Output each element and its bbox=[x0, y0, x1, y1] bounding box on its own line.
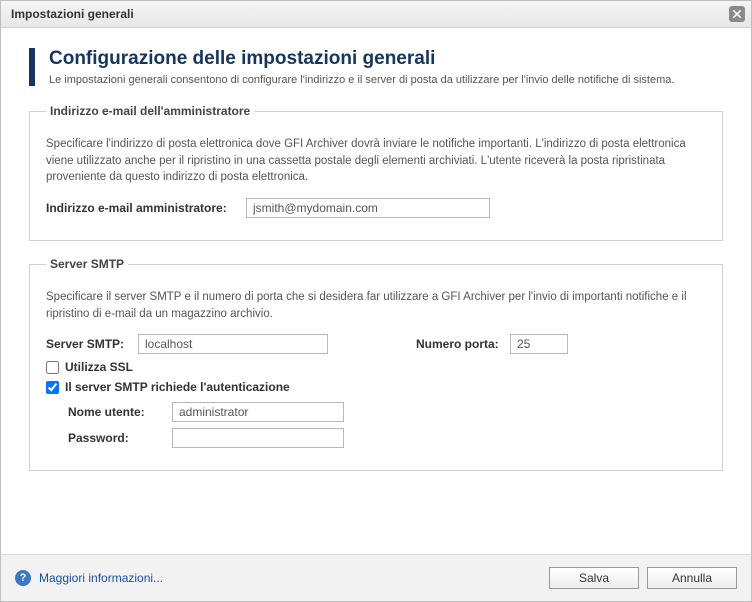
requires-auth-label: Il server SMTP richiede l'autenticazione bbox=[65, 380, 290, 394]
header-accent bbox=[29, 48, 35, 86]
legend-smtp: Server SMTP bbox=[46, 257, 128, 271]
fieldset-smtp: Server SMTP Specificare il server SMTP e… bbox=[29, 257, 723, 471]
close-icon[interactable] bbox=[729, 6, 745, 22]
requires-auth-checkbox[interactable] bbox=[46, 381, 59, 394]
smtp-server-input[interactable] bbox=[138, 334, 328, 354]
header-block: Configurazione delle impostazioni genera… bbox=[29, 48, 723, 86]
username-input[interactable] bbox=[172, 402, 344, 422]
more-info-link[interactable]: Maggiori informazioni... bbox=[39, 571, 163, 585]
admin-email-input[interactable] bbox=[246, 198, 490, 218]
use-ssl-checkbox[interactable] bbox=[46, 361, 59, 374]
page-title: Configurazione delle impostazioni genera… bbox=[49, 48, 674, 70]
admin-email-description: Specificare l'indirizzo di posta elettro… bbox=[46, 136, 706, 186]
admin-email-label: Indirizzo e-mail amministratore: bbox=[46, 201, 246, 215]
username-label: Nome utente: bbox=[68, 405, 172, 419]
smtp-port-label: Numero porta: bbox=[416, 337, 510, 351]
cancel-button[interactable]: Annulla bbox=[647, 567, 737, 589]
dialog-general-settings: Impostazioni generali Configurazione del… bbox=[0, 0, 752, 602]
smtp-server-label: Server SMTP: bbox=[46, 337, 138, 351]
password-label: Password: bbox=[68, 431, 172, 445]
smtp-port-input[interactable] bbox=[510, 334, 568, 354]
help-icon[interactable]: ? bbox=[15, 570, 31, 586]
use-ssl-label: Utilizza SSL bbox=[65, 360, 133, 374]
footer: ? Maggiori informazioni... Salva Annulla bbox=[1, 554, 751, 601]
save-button[interactable]: Salva bbox=[549, 567, 639, 589]
use-ssl-row[interactable]: Utilizza SSL bbox=[46, 360, 706, 374]
fieldset-admin-email: Indirizzo e-mail dell'amministratore Spe… bbox=[29, 104, 723, 241]
legend-admin-email: Indirizzo e-mail dell'amministratore bbox=[46, 104, 254, 118]
dialog-body: Configurazione delle impostazioni genera… bbox=[1, 28, 751, 554]
requires-auth-row[interactable]: Il server SMTP richiede l'autenticazione bbox=[46, 380, 706, 394]
auth-block: Nome utente: Password: bbox=[68, 402, 706, 448]
titlebar: Impostazioni generali bbox=[1, 1, 751, 28]
smtp-description: Specificare il server SMTP e il numero d… bbox=[46, 289, 706, 322]
window-title: Impostazioni generali bbox=[11, 7, 134, 21]
page-subtitle: Le impostazioni generali consentono di c… bbox=[49, 74, 674, 86]
password-input[interactable] bbox=[172, 428, 344, 448]
